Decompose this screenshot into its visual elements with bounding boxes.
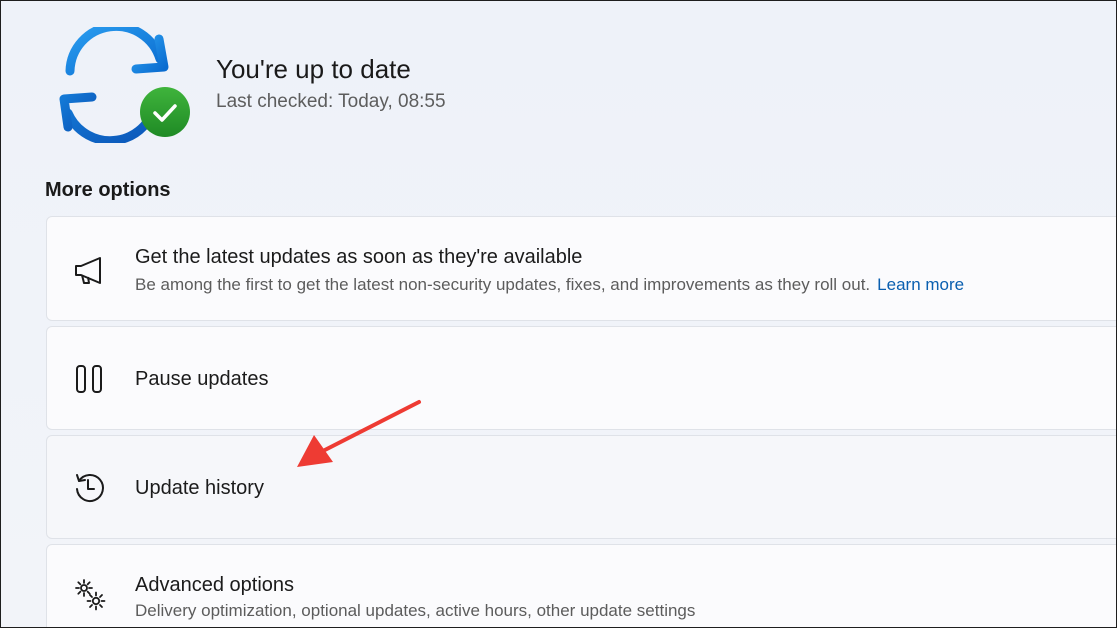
advanced-options-title: Advanced options <box>135 574 295 596</box>
settings-window: You're up to date Last checked: Today, 0… <box>0 0 1117 628</box>
gears-icon <box>73 578 107 612</box>
pause-icon <box>73 362 107 396</box>
get-latest-updates-description-text: Be among the first to get the latest non… <box>135 275 871 294</box>
more-options-heading: More options <box>45 179 171 201</box>
status-title: You're up to date <box>216 54 411 84</box>
history-icon <box>73 470 107 504</box>
advanced-options-card[interactable]: Advanced options Delivery optimization, … <box>46 544 1116 627</box>
pause-updates-title: Pause updates <box>135 368 269 390</box>
last-checked-text: Last checked: Today, 08:55 <box>216 91 446 112</box>
megaphone-icon <box>73 253 107 287</box>
get-latest-updates-card[interactable]: Get the latest updates as soon as they'r… <box>46 216 1116 321</box>
update-history-card[interactable]: Update history <box>46 435 1116 539</box>
get-latest-updates-title: Get the latest updates as soon as they'r… <box>135 246 583 268</box>
pause-updates-card[interactable]: Pause updates <box>46 326 1116 430</box>
advanced-options-description: Delivery optimization, optional updates,… <box>135 601 696 620</box>
sync-check-icon <box>56 21 196 146</box>
learn-more-link[interactable]: Learn more <box>877 275 964 294</box>
get-latest-updates-description: Be among the first to get the latest non… <box>135 275 964 295</box>
update-history-title: Update history <box>135 477 264 499</box>
